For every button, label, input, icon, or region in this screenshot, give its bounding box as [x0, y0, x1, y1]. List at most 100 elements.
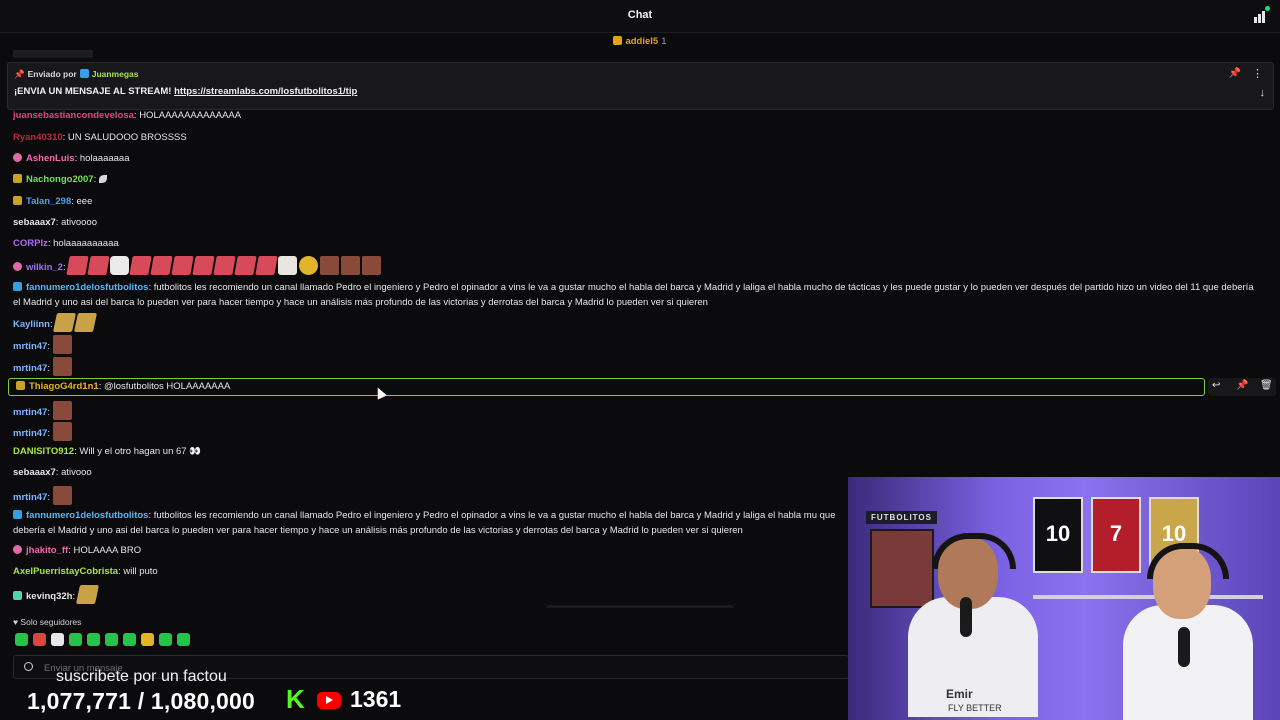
microphone-icon — [1178, 627, 1190, 667]
followers-only-notice: ♥ Solo seguidores — [13, 617, 81, 627]
chat-message: fannumero1delosfutbolitos: futbolitos le… — [13, 508, 843, 538]
badge-icon — [13, 545, 22, 554]
emote — [234, 256, 257, 275]
emote — [52, 422, 72, 441]
viewer-count: 1361 — [350, 686, 402, 712]
username[interactable]: fannumero1delosfutbolitos — [26, 510, 148, 521]
users-icon[interactable] — [1254, 6, 1270, 23]
clipped-message — [13, 50, 93, 58]
username[interactable]: ThiagoG4rd1n1 — [29, 381, 99, 392]
chat-message: CORPIz: holaaaaaaaaaa — [13, 236, 119, 252]
badge-icon — [13, 510, 22, 519]
reply-icon[interactable]: ↩ — [1212, 380, 1220, 391]
emote — [53, 313, 77, 332]
pinned-link[interactable]: https://streamlabs.com/losfutbolitos1/ti… — [174, 86, 357, 97]
emote — [341, 256, 361, 275]
username[interactable]: wilkin_2 — [26, 262, 63, 273]
pinned-message: 📌 Enviado por Juanmegas ¡ENVIA UN MENSAJE … — [7, 62, 1274, 110]
gift-user[interactable]: addiel5 — [625, 36, 658, 47]
sent-by-label: Enviado por — [27, 69, 77, 79]
username[interactable]: mrtin47 — [13, 428, 47, 439]
shelf — [1033, 595, 1263, 599]
emote — [87, 256, 110, 275]
username[interactable]: sebaaax7 — [13, 467, 56, 478]
chat-message: fannumero1delosfutbolitos: futbolitos le… — [13, 280, 1258, 310]
username[interactable]: mrtin47 — [13, 341, 47, 352]
microphone-icon — [960, 597, 972, 637]
username[interactable]: CORPIz — [13, 238, 48, 249]
pinned-sender[interactable]: Juanmegas — [92, 69, 139, 79]
username[interactable]: Ryan40310 — [13, 132, 63, 143]
youtube-icon — [317, 692, 341, 709]
trash-icon[interactable]: 🗑 — [1260, 380, 1273, 391]
username[interactable]: AxelPuerristayCobrista — [13, 566, 118, 577]
emote-button[interactable] — [33, 633, 46, 646]
emote — [52, 486, 72, 505]
message-text: : — [47, 428, 50, 439]
emote-button[interactable] — [141, 633, 154, 646]
pin-icon[interactable]: 📌 — [1236, 380, 1248, 391]
emote-button[interactable] — [105, 633, 118, 646]
pin-icon: 📌 — [14, 69, 25, 79]
username[interactable]: AshenLuis — [26, 153, 75, 164]
message-text: : — [47, 492, 50, 503]
username[interactable]: sebaaax7 — [13, 217, 56, 228]
emoji-icon[interactable] — [24, 662, 33, 671]
feather-emote — [98, 175, 107, 183]
badge-icon — [13, 153, 22, 162]
more-icon[interactable]: ⋮ — [1252, 67, 1263, 80]
jersey-number: 7 — [1109, 521, 1123, 546]
jersey-number: 10 — [1045, 521, 1071, 546]
arrow-down-icon[interactable]: ↓ — [1260, 87, 1266, 99]
chat-message: Talan_298: eee — [13, 194, 92, 210]
message-text: : HOLAAAA BRO — [68, 545, 142, 556]
chat-message: Kayliinn: — [13, 313, 98, 333]
emote-button[interactable] — [177, 633, 190, 646]
username[interactable]: DANISITO912 — [13, 446, 74, 457]
username[interactable]: Nachongo2007 — [26, 174, 94, 185]
username[interactable]: Talan_298 — [26, 196, 71, 207]
username[interactable]: fannumero1delosfutbolitos — [26, 282, 148, 293]
shirt-text: Emir — [946, 687, 973, 701]
emote-button[interactable] — [51, 633, 64, 646]
subscriber-goal: 1,077,771 / 1,080,000 — [27, 688, 256, 714]
emote — [74, 313, 98, 332]
framed-jersey: 7 — [1091, 497, 1141, 573]
badge-icon — [16, 381, 25, 390]
chat-message: mrtin47: — [13, 401, 74, 421]
gift-count: 1 — [661, 36, 667, 47]
gift-icon — [613, 36, 623, 45]
emote-button[interactable] — [159, 633, 172, 646]
username[interactable]: jhakito_ff — [26, 545, 68, 556]
username[interactable]: mrtin47 — [13, 492, 47, 503]
badge-icon — [13, 174, 22, 183]
kick-logo-icon: K — [286, 684, 305, 714]
chat-message: mrtin47: — [13, 422, 74, 442]
chat-header: Chat — [0, 0, 1280, 33]
message-text: : — [72, 591, 76, 602]
chat-message: juansebastiancondevelosa: HOLAAAAAAAAAAA… — [13, 108, 241, 124]
emote-button[interactable] — [69, 633, 82, 646]
chat-message: AshenLuis: holaaaaaaa — [13, 151, 130, 167]
username[interactable]: mrtin47 — [13, 407, 47, 418]
followers-only-label: Solo seguidores — [20, 617, 82, 627]
emote — [52, 401, 72, 420]
emote-button[interactable] — [15, 633, 28, 646]
chat-message: mrtin47: — [13, 486, 74, 506]
message-text: : UN SALUDOOO BROSSSS — [62, 132, 187, 143]
username[interactable]: Kayliinn — [13, 319, 50, 330]
username[interactable]: kevinq32h — [26, 591, 72, 602]
message-text: : will puto — [118, 566, 158, 577]
emote-bar — [15, 633, 195, 647]
message-text: : — [49, 319, 53, 330]
username[interactable]: mrtin47 — [13, 363, 47, 374]
chat-message[interactable]: ThiagoG4rd1n1: @losfutbolitos HOLAAAAAAA — [16, 379, 230, 395]
message-text: : — [47, 363, 50, 374]
emote-button[interactable] — [123, 633, 136, 646]
scrollbar[interactable] — [546, 605, 734, 608]
username[interactable]: juansebastiancondevelosa — [13, 110, 134, 121]
emote-button[interactable] — [87, 633, 100, 646]
gift-leaderboard[interactable]: addiel5 1 — [0, 36, 1280, 52]
unpin-icon[interactable]: 📌 — [1229, 68, 1241, 79]
pinned-message-text: ¡ENVIA UN MENSAJE AL STREAM! — [14, 86, 172, 97]
